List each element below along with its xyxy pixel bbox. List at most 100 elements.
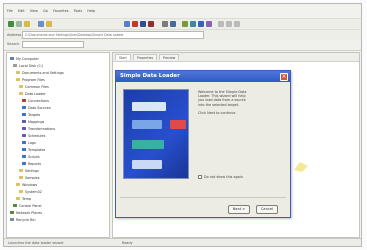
checkbox-box[interactable] [198, 175, 202, 179]
search-input[interactable] [22, 41, 84, 48]
tree-item[interactable]: Schedules [22, 133, 45, 138]
menu-edit[interactable]: Edit [18, 9, 25, 13]
tree-item[interactable]: Templates [22, 147, 45, 152]
checkbox-label: Do not show this again [204, 175, 243, 179]
tree-item[interactable]: Common Files [19, 84, 49, 89]
refresh-icon[interactable] [190, 21, 196, 27]
folder-icon [19, 176, 23, 179]
folder-icon [19, 92, 23, 95]
menu-tools[interactable]: Tools [74, 9, 82, 13]
menu-file[interactable]: File [7, 9, 13, 13]
views-icon[interactable] [170, 21, 176, 27]
search-label: Search [7, 42, 20, 46]
menu-view[interactable]: View [30, 9, 38, 13]
next-button[interactable]: Next > [228, 205, 250, 214]
transform-icon [22, 127, 26, 130]
tree-item[interactable]: Connections [22, 98, 49, 103]
tree-item[interactable]: Data Loader [19, 91, 46, 96]
tree-item[interactable]: Reports [22, 161, 41, 166]
card-graphic [132, 140, 164, 149]
mapping-icon [22, 120, 26, 123]
tab-properties[interactable]: Properties [133, 54, 158, 60]
home-icon[interactable] [198, 21, 204, 27]
tree-item[interactable]: Scripts [22, 154, 40, 159]
folder-icon [19, 190, 23, 193]
undo-icon[interactable] [162, 21, 168, 27]
tree-item[interactable]: Settings [19, 168, 39, 173]
tree-item[interactable]: Program Files [16, 77, 45, 82]
options-icon[interactable] [234, 21, 240, 27]
dont-show-checkbox[interactable]: Do not show this again [198, 175, 243, 179]
menu-go[interactable]: Go [43, 9, 48, 13]
tree-item[interactable]: My Computer [10, 56, 39, 61]
script-icon [22, 155, 26, 158]
history-icon[interactable] [206, 21, 212, 27]
folder-icon [16, 71, 20, 74]
status-text: Launches the data loader wizard [8, 241, 64, 245]
folder-icon [19, 85, 23, 88]
computer-icon [10, 57, 14, 60]
links-icon[interactable] [218, 21, 224, 27]
tools-icon[interactable] [226, 21, 232, 27]
folder-tree[interactable]: My Computer Local Disk (C:) Documents an… [6, 52, 110, 238]
tree-item[interactable]: Windows [16, 182, 37, 187]
tab-preview[interactable]: Preview [159, 54, 180, 60]
close-icon[interactable]: × [280, 72, 288, 81]
template-icon [22, 148, 26, 151]
tree-item[interactable]: Recycle Bin [10, 217, 36, 222]
network-icon [10, 211, 14, 214]
tree-item[interactable]: Data Sources [22, 105, 51, 110]
tree-item[interactable]: Mappings [22, 119, 44, 124]
tree-item[interactable]: Temp [16, 196, 31, 201]
cut-icon[interactable] [124, 21, 130, 27]
dialog-divider [120, 197, 286, 198]
folders-icon[interactable] [46, 21, 52, 27]
menu-favorites[interactable]: Favorites [53, 9, 68, 13]
search-bar: Search [4, 40, 361, 51]
card-graphic [132, 120, 162, 129]
control-panel-icon [13, 204, 17, 207]
dialog-title-bar[interactable]: Simple Data Loader × [116, 71, 290, 82]
search-icon[interactable] [38, 21, 44, 27]
address-label: Address [7, 33, 22, 37]
cancel-button[interactable]: Cancel [256, 205, 278, 214]
dialog-description: Welcome to the Simple Data Loader. This … [198, 90, 284, 115]
up-folder-icon[interactable] [24, 21, 30, 27]
menu-help[interactable]: Help [87, 9, 95, 13]
back-icon[interactable] [8, 21, 14, 27]
tree-item[interactable]: Targets [22, 112, 40, 117]
paste-icon[interactable] [140, 21, 146, 27]
card-graphic [132, 160, 162, 169]
recycle-bin-icon [10, 218, 14, 221]
card-graphic [132, 102, 166, 111]
tree-item[interactable]: Logs [22, 140, 36, 145]
log-icon [22, 141, 26, 144]
status-bar: Launches the data loader wizard Ready [4, 238, 361, 246]
tab-bar: Start Properties Preview [113, 53, 359, 62]
properties-icon[interactable] [182, 21, 188, 27]
folder-icon [16, 197, 20, 200]
menu-bar: File Edit View Go Favorites Tools Help [4, 4, 361, 18]
forward-icon[interactable] [16, 21, 22, 27]
tree-item[interactable]: Local Disk (C:) [13, 63, 43, 68]
simple-data-loader-dialog: Simple Data Loader × Welcome to the Simp… [115, 70, 291, 218]
address-input[interactable]: C:\Documents and Settings\User\Desktop\S… [22, 31, 204, 39]
tree-item[interactable]: Control Panel [13, 203, 41, 208]
folder-icon [16, 183, 20, 186]
tree-item[interactable]: Transformations [22, 126, 55, 131]
delete-icon[interactable] [148, 21, 154, 27]
tab-start[interactable]: Start [115, 54, 131, 60]
connections-icon [22, 99, 26, 102]
report-icon [22, 162, 26, 165]
tree-item[interactable]: System32 [19, 189, 42, 194]
address-value: C:\Documents and Settings\User\Desktop\S… [25, 33, 124, 37]
target-icon [22, 113, 26, 116]
card-graphic [170, 120, 186, 129]
tree-item[interactable]: Documents and Settings [16, 70, 64, 75]
tree-item[interactable]: Samples [19, 175, 39, 180]
tree-item[interactable]: Network Places [10, 210, 42, 215]
copy-icon[interactable] [132, 21, 138, 27]
drive-icon [13, 64, 17, 67]
data-source-icon [22, 106, 26, 109]
status-ready: Ready [122, 241, 133, 245]
